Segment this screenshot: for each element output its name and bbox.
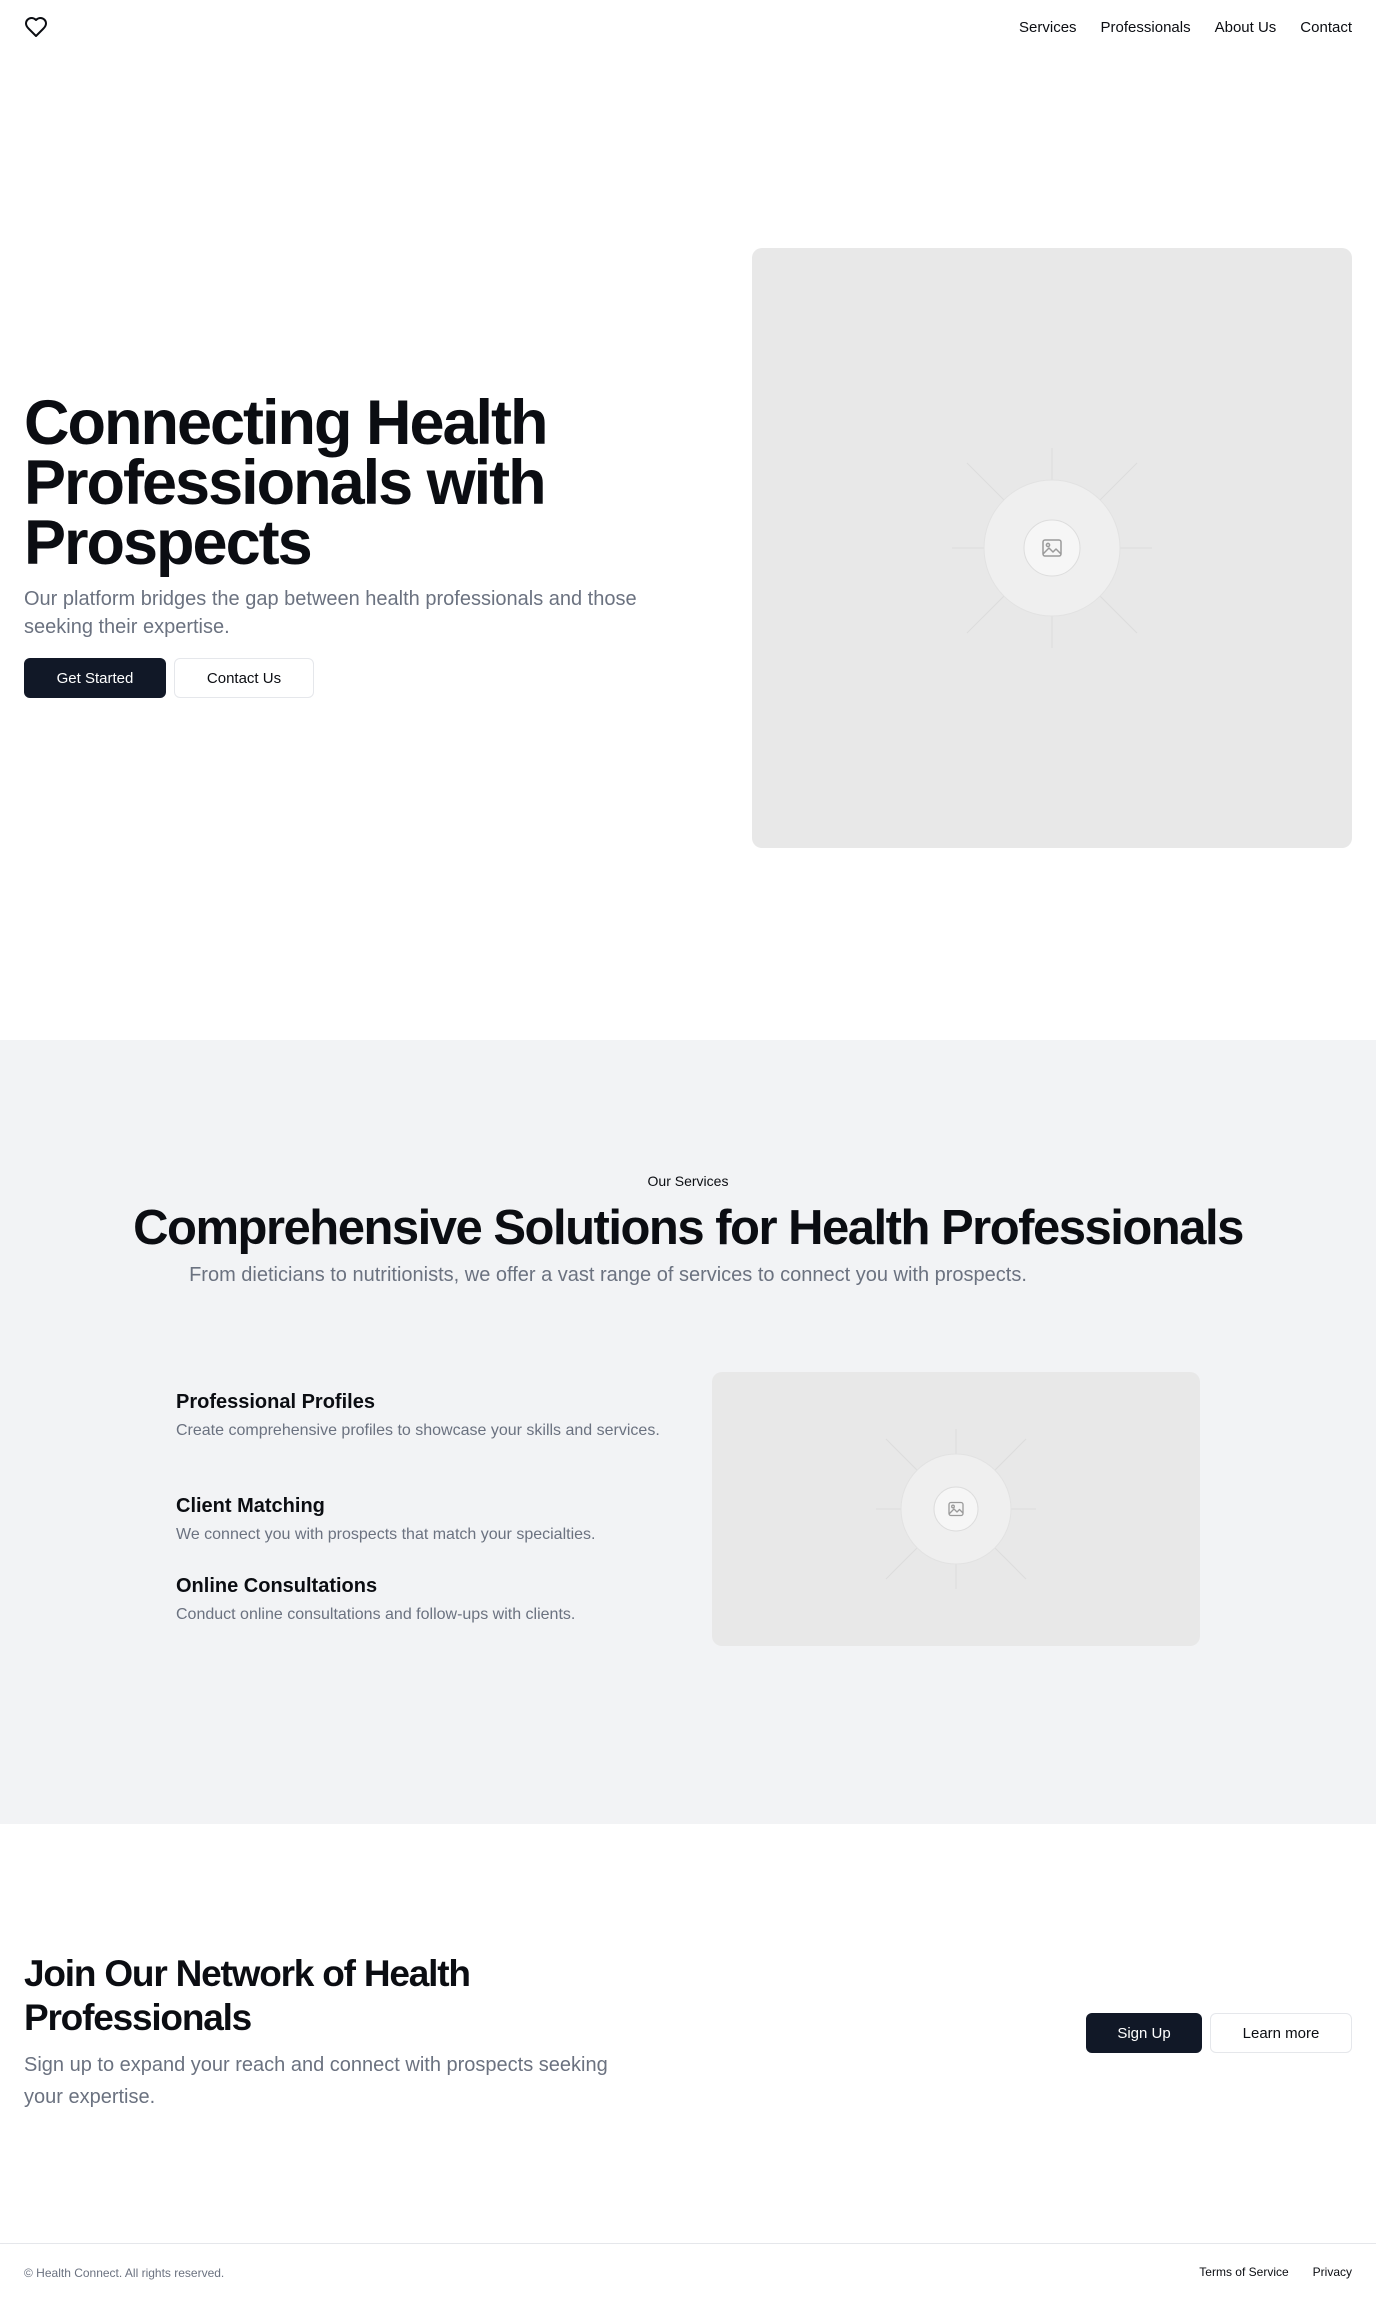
feature-description: We connect you with prospects that match… [176, 1526, 596, 1543]
cta-title: Join Our Network of Health Professionals [24, 1953, 471, 2038]
feature-title: Professional Profiles [176, 1391, 375, 1413]
hero-image-placeholder [752, 248, 1352, 848]
nav-link-services[interactable]: Services [1019, 18, 1077, 38]
contact-us-button[interactable]: Contact Us [174, 658, 314, 698]
copyright-text: © Health Connect. All rights reserved. [24, 2266, 225, 2280]
image-placeholder-icon [952, 448, 1152, 648]
image-placeholder-icon [876, 1429, 1036, 1589]
services-section: Our Services Comprehensive Solutions for… [0, 1040, 1376, 1824]
site-header: Services Professionals About Us Contact [0, 0, 1376, 56]
privacy-link[interactable]: Privacy [1313, 2265, 1352, 2279]
terms-of-service-link[interactable]: Terms of Service [1199, 2265, 1288, 2279]
feature-title: Client Matching [176, 1495, 325, 1517]
main-nav: Services Professionals About Us Contact [1019, 18, 1352, 38]
feature-client-matching: Client Matching We connect you with pros… [176, 1492, 666, 1547]
feature-online-consultations: Online Consultations Conduct online cons… [176, 1572, 666, 1627]
sign-up-button[interactable]: Sign Up [1086, 2013, 1202, 2053]
hero-subtitle: Our platform bridges the gap between hea… [24, 588, 637, 638]
nav-link-about-us[interactable]: About Us [1215, 18, 1277, 38]
hero-title: Connecting Health Professionals with Pro… [24, 388, 549, 578]
site-footer: © Health Connect. All rights reserved. T… [0, 2243, 1376, 2308]
nav-link-contact[interactable]: Contact [1300, 18, 1352, 38]
services-subtitle: From dieticians to nutritionists, we off… [189, 1264, 1027, 1286]
feature-description: Conduct online consultations and follow-… [176, 1606, 576, 1623]
footer-links: Terms of Service Privacy [1199, 2265, 1352, 2279]
nav-link-professionals[interactable]: Professionals [1101, 18, 1191, 38]
feature-description: Create comprehensive profiles to showcas… [176, 1422, 660, 1439]
feature-title: Online Consultations [176, 1575, 378, 1597]
cta-subtitle: Sign up to expand your reach and connect… [24, 2054, 608, 2108]
get-started-button[interactable]: Get Started [24, 658, 166, 698]
heart-icon[interactable] [24, 15, 48, 39]
services-eyebrow: Our Services [647, 1173, 729, 1189]
services-title: Comprehensive Solutions for Health Profe… [133, 1201, 1244, 1255]
feature-professional-profiles: Professional Profiles Create comprehensi… [176, 1388, 666, 1443]
services-image-placeholder [712, 1372, 1200, 1646]
learn-more-button[interactable]: Learn more [1210, 2013, 1352, 2053]
